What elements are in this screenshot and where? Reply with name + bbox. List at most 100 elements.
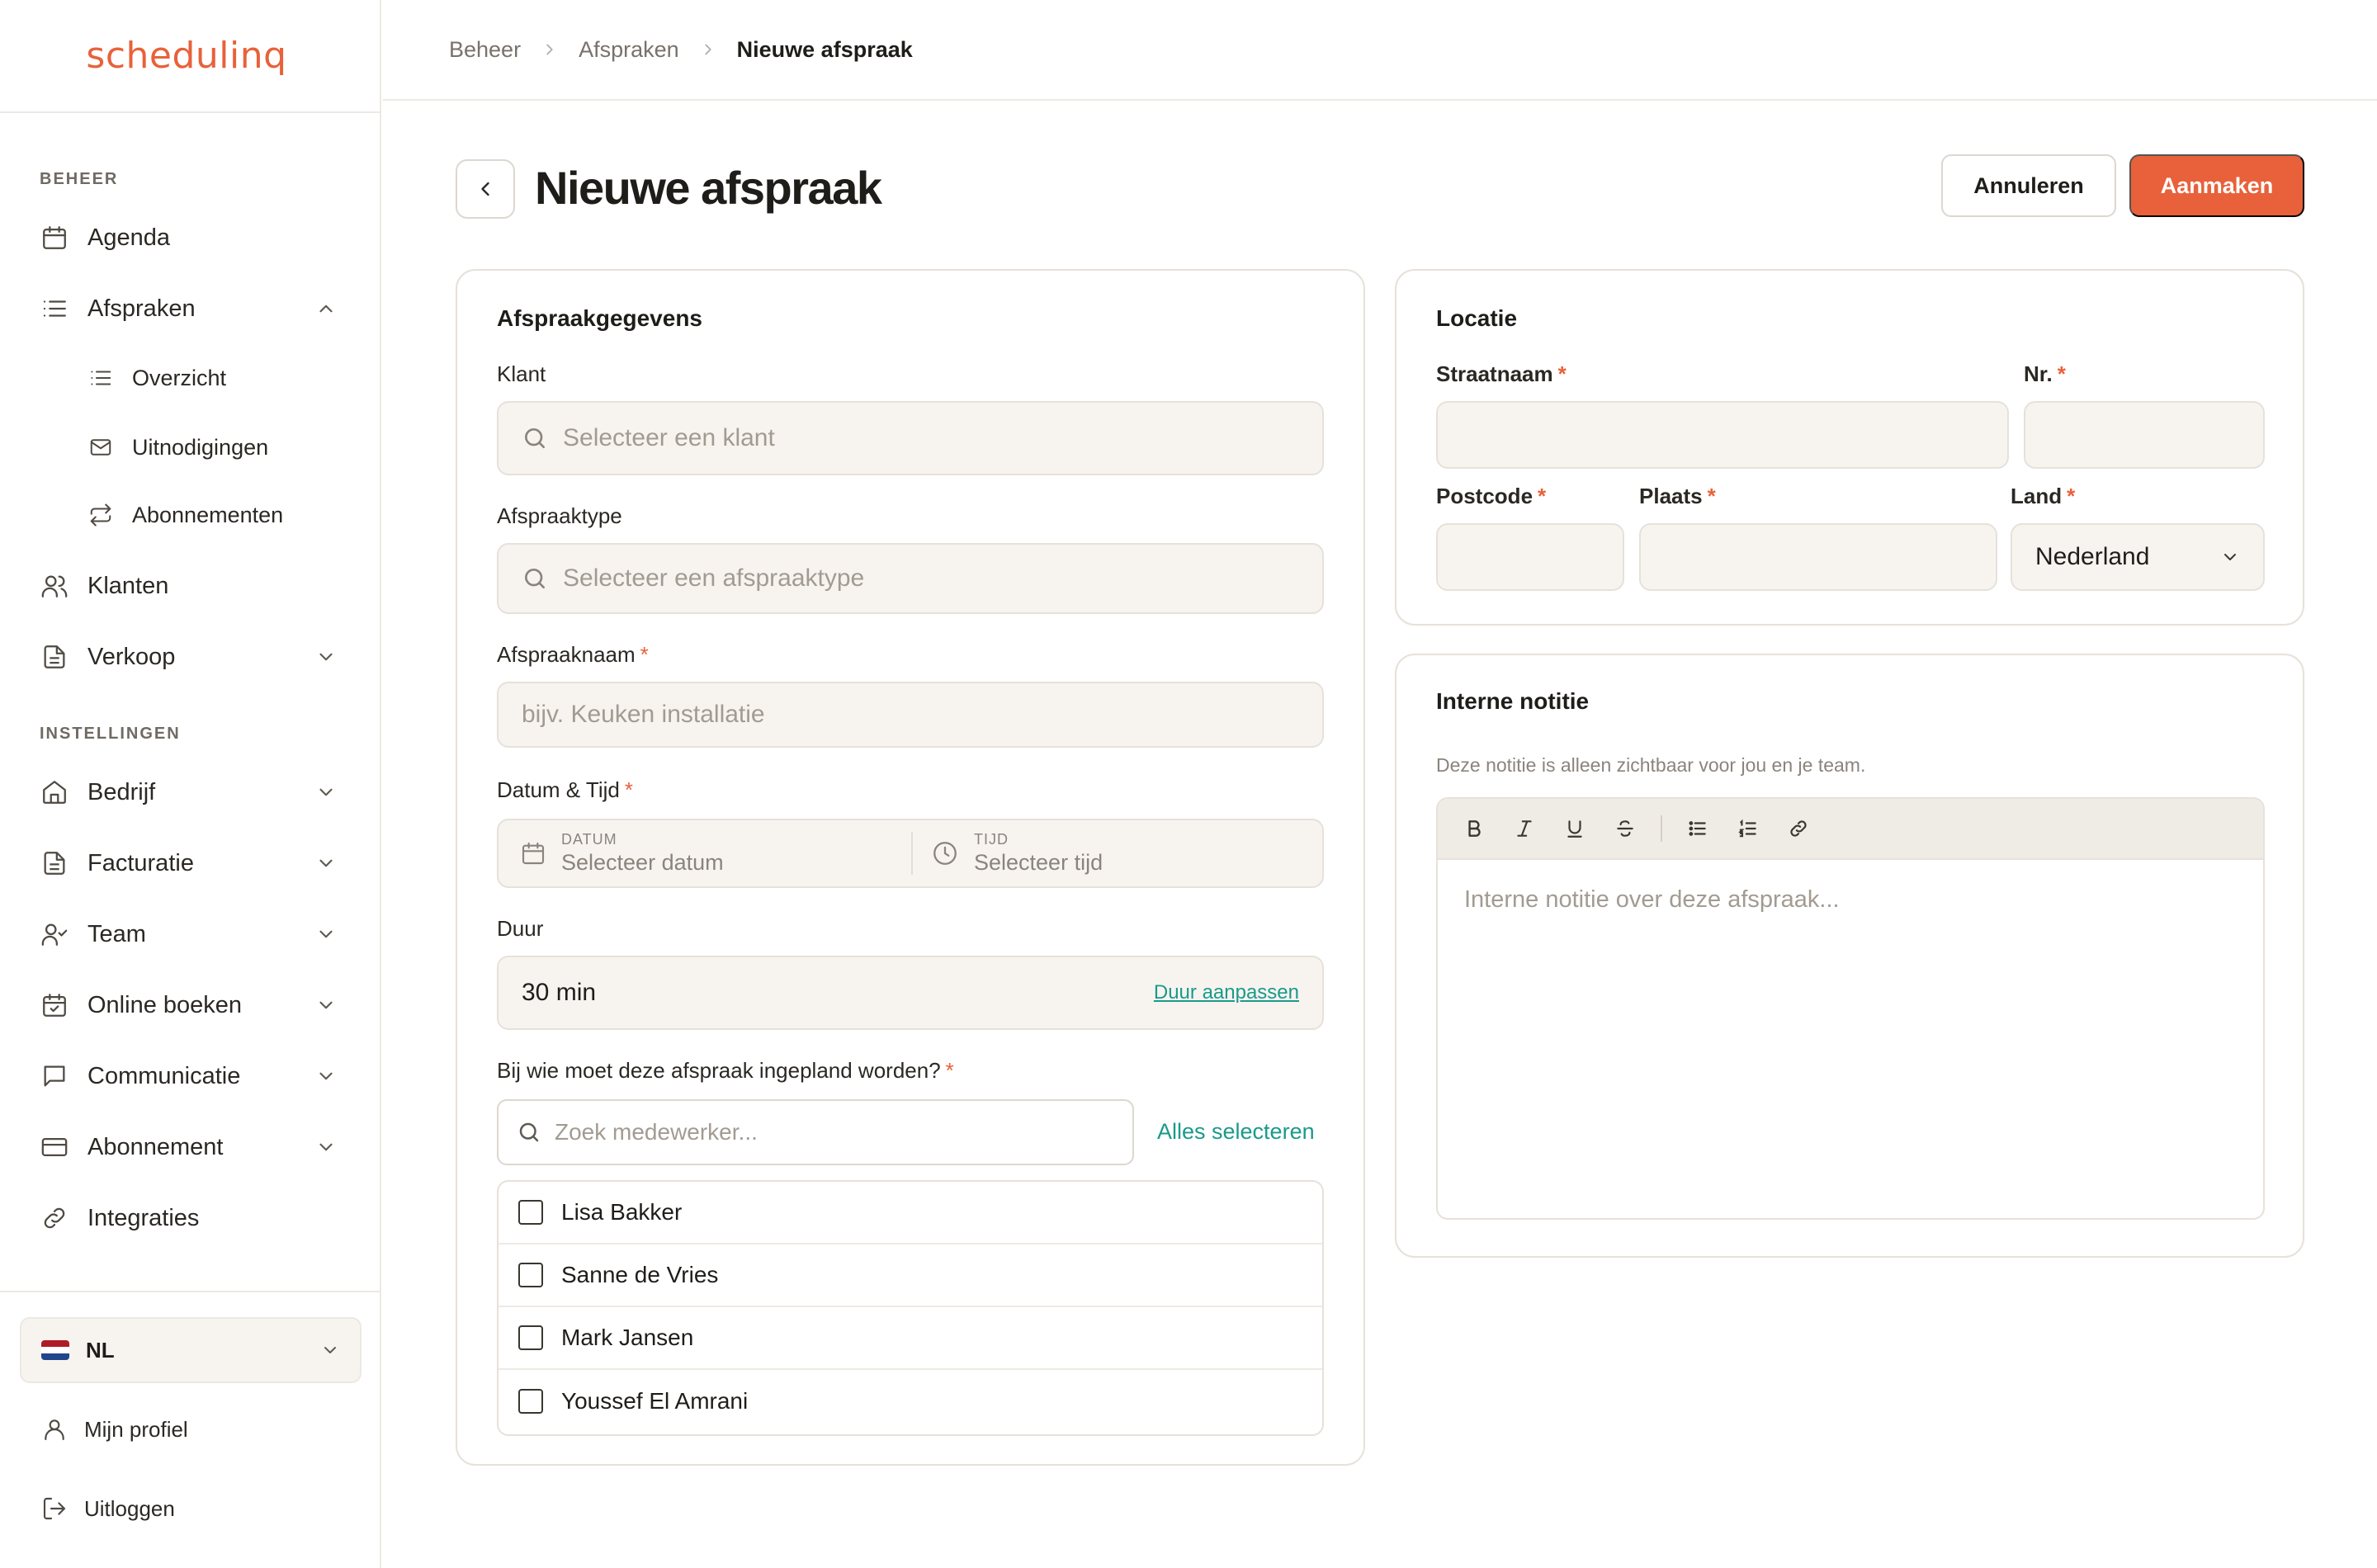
sidebar-item-abonnement[interactable]: Abonnement <box>38 1122 342 1172</box>
logout-label: Uitloggen <box>84 1495 175 1521</box>
document-icon <box>38 847 71 880</box>
list-icon <box>38 292 71 325</box>
numbered-list-icon[interactable] <box>1733 814 1763 843</box>
card-title: Interne notitie <box>1436 688 1590 714</box>
name-label: Afspraaknaam * <box>497 642 649 668</box>
employee-row[interactable]: Sanne de Vries <box>499 1244 1322 1307</box>
chevron-right-icon <box>704 44 711 55</box>
chevron-down-icon <box>324 1347 336 1353</box>
employee-name: Youssef El Amrani <box>561 1388 749 1414</box>
sidebar-item-label: Team <box>87 920 146 947</box>
bullet-list-icon[interactable] <box>1683 814 1713 843</box>
breadcrumb-item[interactable]: Beheer <box>449 37 521 63</box>
appointment-name-input[interactable]: bijv. Keuken installatie <box>497 682 1324 748</box>
chevron-up-icon <box>319 305 333 313</box>
sidebar-subitem-overzicht[interactable]: Overzicht <box>86 353 342 403</box>
cancel-button[interactable]: Annuleren <box>1941 154 2116 217</box>
duration-value: 30 min <box>522 979 597 1006</box>
clock-icon <box>933 842 957 865</box>
home-icon <box>38 776 71 809</box>
sidebar-item-verkoop[interactable]: Verkoop <box>38 632 342 682</box>
sidebar-item-communicatie[interactable]: Communicatie <box>38 1051 342 1101</box>
sidebar-item-label: Overzicht <box>132 365 227 390</box>
select-all-link[interactable]: Alles selecteren <box>1157 1119 1315 1145</box>
credit-card-icon <box>38 1131 71 1164</box>
bold-icon[interactable] <box>1459 814 1489 843</box>
sidebar-item-label: Verkoop <box>87 643 176 670</box>
required-mark: * <box>1557 361 1567 386</box>
sidebar-item-label: Abonnementen <box>132 502 284 527</box>
app-logo[interactable]: schedulinq <box>86 35 286 77</box>
appointment-details-card: Afspraakgegevens Klant Selecteer een kla… <box>456 269 1365 1466</box>
chevron-left-icon <box>481 182 489 196</box>
city-label: Plaats * <box>1639 484 1716 509</box>
employee-search-placeholder: Zoek medewerker... <box>555 1119 758 1145</box>
assign-label-text: Bij wie moet deze afspraak ingepland wor… <box>497 1058 941 1083</box>
strikethrough-icon[interactable] <box>1610 814 1640 843</box>
client-placeholder: Selecteer een klant <box>563 424 775 451</box>
chevron-down-icon <box>319 1143 333 1151</box>
employee-checkbox[interactable] <box>518 1200 543 1225</box>
sidebar-item-klanten[interactable]: Klanten <box>38 561 342 611</box>
employee-row[interactable]: Mark Jansen <box>499 1307 1322 1370</box>
employee-checkbox[interactable] <box>518 1389 543 1414</box>
employee-list: Lisa Bakker Sanne de Vries Mark Jansen Y… <box>497 1180 1324 1436</box>
type-placeholder: Selecteer een afspraaktype <box>563 564 865 592</box>
sidebar-item-integraties[interactable]: Integraties <box>38 1193 342 1243</box>
sidebar-subitem-abonnementen[interactable]: Abonnementen <box>86 490 342 540</box>
logo-area: schedulinq <box>0 0 380 113</box>
house-number-input[interactable] <box>2024 401 2265 469</box>
country-select[interactable]: Nederland <box>2011 523 2265 591</box>
note-textarea[interactable]: Interne notitie over deze afspraak... <box>1438 860 2263 940</box>
type-label: Afspraaktype <box>497 503 622 528</box>
profile-label: Mijn profiel <box>84 1416 188 1442</box>
adjust-duration-link[interactable]: Duur aanpassen <box>1154 981 1299 1004</box>
sidebar-divider <box>0 1291 380 1292</box>
date-field[interactable]: DATUM Selecteer datum <box>520 820 908 886</box>
italic-icon[interactable] <box>1510 814 1539 843</box>
sidebar-item-label: Klanten <box>87 572 169 599</box>
repeat-icon <box>86 500 116 530</box>
create-button[interactable]: Aanmaken <box>2129 154 2304 217</box>
underline-icon[interactable] <box>1560 814 1590 843</box>
sidebar-item-label: Communicatie <box>87 1062 241 1089</box>
sidebar-item-team[interactable]: Team <box>38 909 342 959</box>
employee-row[interactable]: Youssef El Amrani <box>499 1370 1322 1433</box>
street-input[interactable] <box>1436 401 2009 469</box>
link-icon[interactable] <box>1784 814 1813 843</box>
chevron-down-icon <box>319 1072 333 1080</box>
back-button[interactable] <box>456 159 515 219</box>
datetime-picker: DATUM Selecteer datum TIJD Selecteer tij… <box>497 819 1324 888</box>
sidebar-item-afspraken[interactable]: Afspraken <box>38 284 342 333</box>
required-mark: * <box>1538 484 1547 508</box>
sidebar-item-facturatie[interactable]: Facturatie <box>38 838 342 888</box>
postcode-label-text: Postcode <box>1436 484 1533 508</box>
date-text: DATUM Selecteer datum <box>561 830 724 876</box>
employee-checkbox[interactable] <box>518 1325 543 1350</box>
time-field[interactable]: TIJD Selecteer tijd <box>931 820 1319 886</box>
language-select[interactable]: NL <box>20 1317 362 1383</box>
users-icon <box>38 569 71 602</box>
sidebar-item-bedrijf[interactable]: Bedrijf <box>38 767 342 817</box>
postcode-input[interactable] <box>1436 523 1624 591</box>
number-label: Nr. * <box>2024 361 2066 387</box>
client-select[interactable]: Selecteer een klant <box>497 401 1324 475</box>
logout-icon <box>38 1492 71 1525</box>
note-placeholder: Interne notitie over deze afspraak... <box>1464 886 1840 913</box>
sidebar-item-label: Integraties <box>87 1204 200 1231</box>
employee-row[interactable]: Lisa Bakker <box>499 1182 1322 1244</box>
breadcrumb-item[interactable]: Afspraken <box>579 37 679 63</box>
profile-link[interactable]: Mijn profiel <box>38 1405 342 1454</box>
employee-search-input[interactable]: Zoek medewerker... <box>497 1099 1134 1165</box>
appointment-type-select[interactable]: Selecteer een afspraaktype <box>497 543 1324 614</box>
city-input[interactable] <box>1639 523 1997 591</box>
sidebar-subitem-uitnodigingen[interactable]: Uitnodigingen <box>86 423 342 472</box>
user-check-icon <box>38 918 71 951</box>
duration-field[interactable]: 30 min Duur aanpassen <box>497 956 1324 1030</box>
employee-checkbox[interactable] <box>518 1263 543 1287</box>
logout-link[interactable]: Uitloggen <box>38 1484 342 1533</box>
name-placeholder: bijv. Keuken installatie <box>522 701 765 728</box>
country-label: Land * <box>2011 484 2075 509</box>
sidebar-item-agenda[interactable]: Agenda <box>38 213 342 262</box>
sidebar-item-online-boeken[interactable]: Online boeken <box>38 980 342 1030</box>
